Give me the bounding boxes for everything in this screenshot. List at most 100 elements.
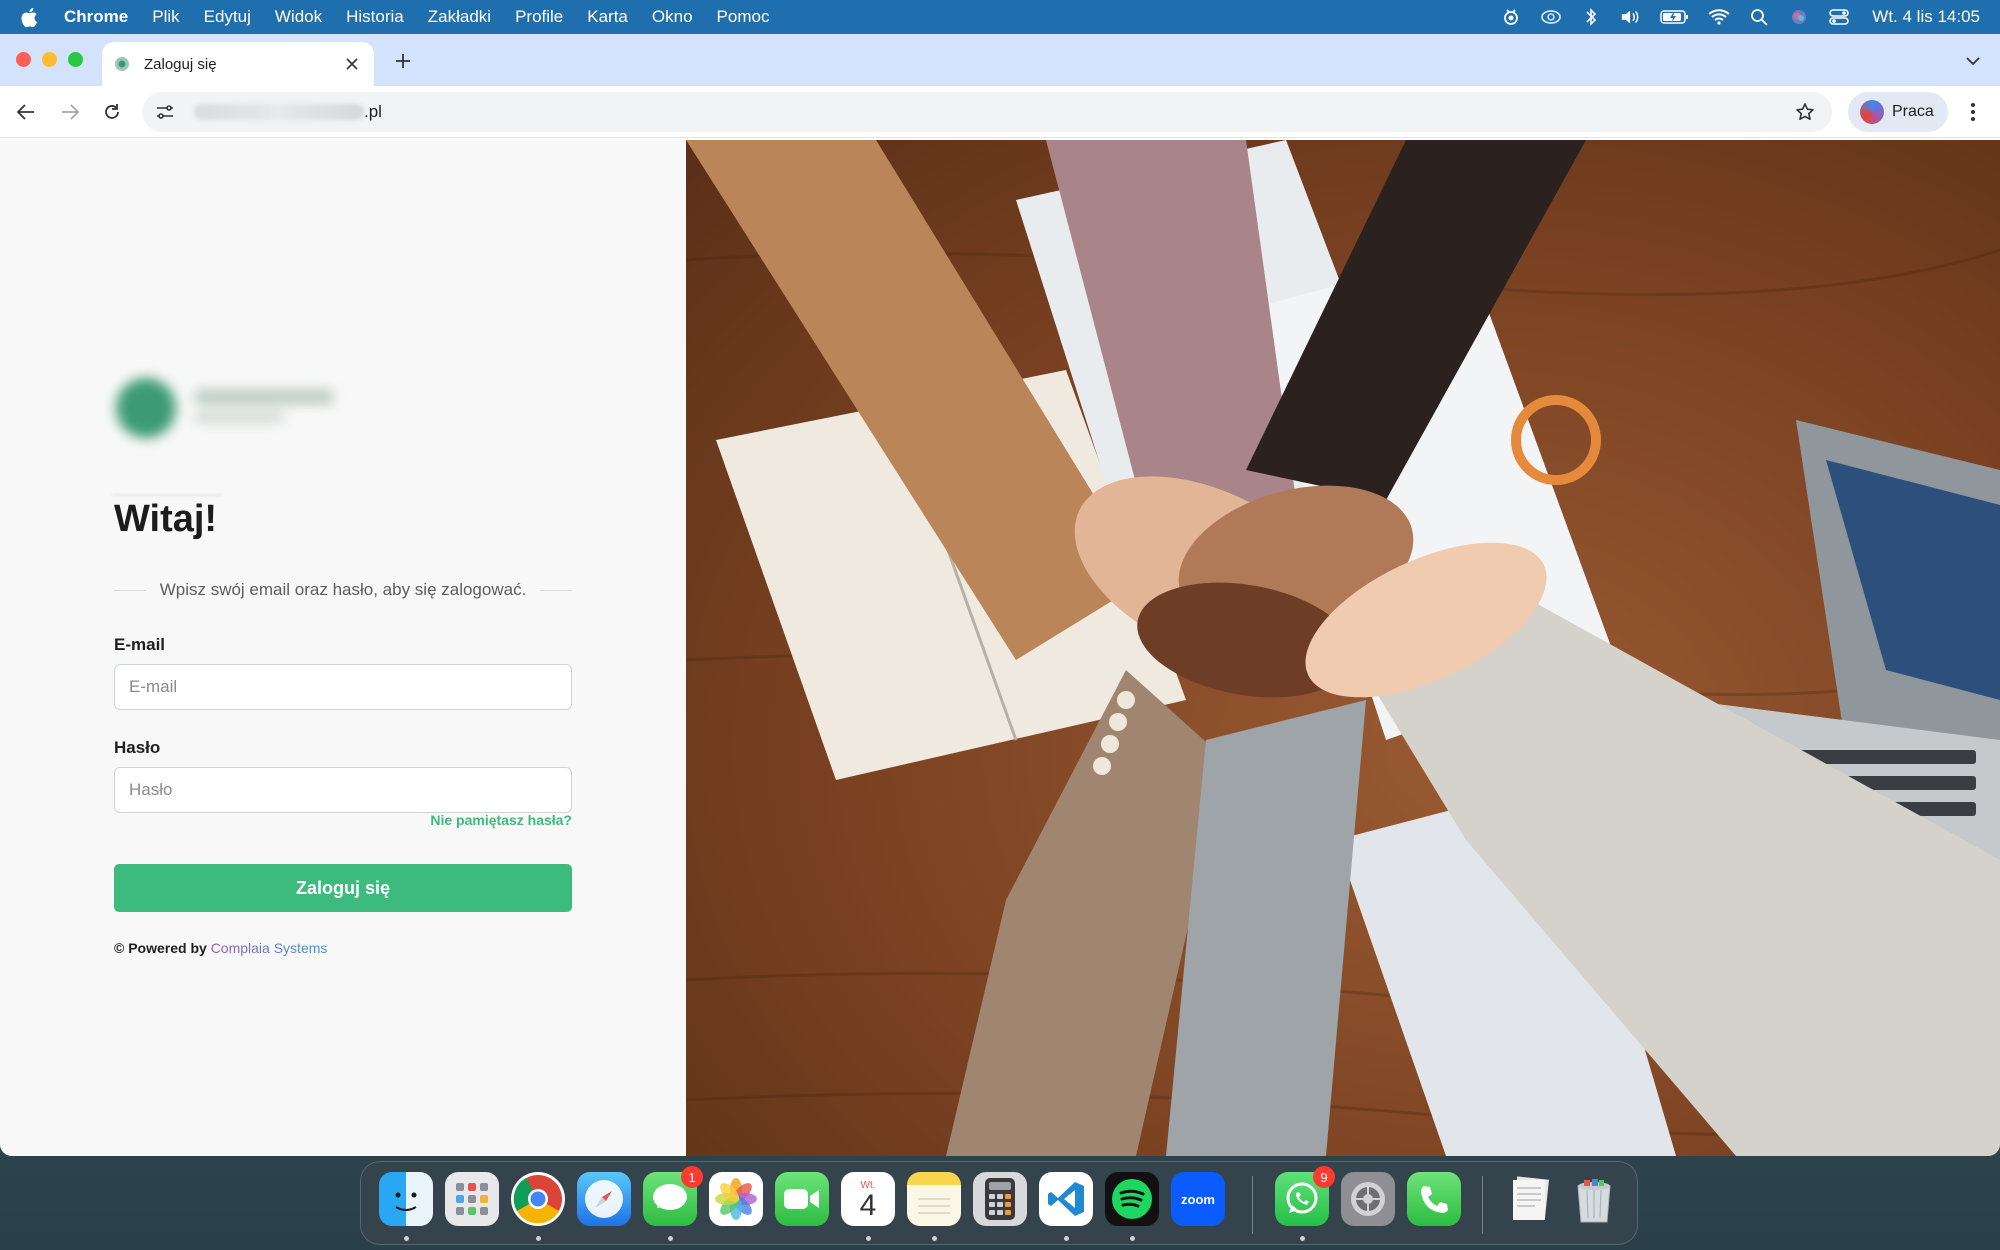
company-logo <box>112 370 342 450</box>
tab-active[interactable]: Zaloguj się <box>102 42 374 86</box>
vscode-running-indicator <box>1064 1236 1069 1241</box>
url-blurred-domain <box>194 104 364 120</box>
spotify-running-indicator <box>1130 1236 1135 1241</box>
settings-icon[interactable] <box>1341 1172 1395 1226</box>
menu-zakladki[interactable]: Zakładki <box>428 7 491 27</box>
divider-right <box>540 589 573 591</box>
favicon-icon <box>114 56 130 72</box>
safari-icon[interactable] <box>577 1172 631 1226</box>
menu-widok[interactable]: Widok <box>275 7 322 27</box>
close-window-button[interactable] <box>16 52 31 67</box>
status-area: Wt. 4 lis 14:05 <box>1482 0 1980 34</box>
menu-edytuj[interactable]: Edytuj <box>204 7 251 27</box>
browser-window: Zaloguj się .pl Praca Witaj! Wpisz swój … <box>0 34 2000 1156</box>
forgot-password-link[interactable]: Nie pamiętasz hasła? <box>114 812 572 828</box>
profile-name: Praca <box>1892 103 1934 120</box>
address-bar[interactable]: .pl <box>142 92 1832 132</box>
menu-karta[interactable]: Karta <box>587 7 628 27</box>
wifi-icon[interactable] <box>1708 7 1730 27</box>
chrome-icon[interactable] <box>511 1172 565 1226</box>
photos-icon[interactable] <box>709 1172 763 1226</box>
dock-separator-2 <box>1482 1176 1483 1234</box>
trash-icon[interactable] <box>1567 1172 1621 1226</box>
messages-icon[interactable]: 1 <box>643 1166 703 1226</box>
login-instructions: Wpisz swój email oraz hasło, aby się zal… <box>114 580 573 600</box>
whatsapp-running-indicator <box>1300 1236 1305 1241</box>
reload-button[interactable] <box>98 98 126 126</box>
email-label: E-mail <box>114 635 166 654</box>
teamwork-hands-photo <box>686 140 2000 1156</box>
powered-by: © Powered by Complaia Systems <box>114 940 327 956</box>
menu-profile[interactable]: Profile <box>515 7 563 27</box>
site-settings-icon[interactable] <box>154 101 176 123</box>
window-controls <box>16 52 94 67</box>
profile-button[interactable]: Praca <box>1848 92 1948 132</box>
launchpad-icon[interactable] <box>445 1172 499 1226</box>
chrome-running-indicator <box>536 1236 541 1241</box>
menu-pomoc[interactable]: Pomoc <box>717 7 770 27</box>
more-menu-icon[interactable] <box>1962 98 1984 126</box>
password-label: Hasło <box>114 738 161 757</box>
tab-search-button[interactable] <box>1958 46 1988 76</box>
zoom-icon-text: zoom <box>1181 1191 1215 1207</box>
menu-okno[interactable]: Okno <box>652 7 693 27</box>
calendar-icon[interactable]: Wt. 4 <box>841 1172 895 1226</box>
dock-separator <box>1252 1176 1253 1234</box>
page-content: Witaj! Wpisz swój email oraz hasło, aby … <box>0 140 2000 1156</box>
back-button[interactable] <box>12 98 40 126</box>
notes-icon[interactable] <box>907 1172 961 1226</box>
messages-badge: 1 <box>681 1166 703 1188</box>
whatsapp-icon[interactable]: 9 <box>1275 1166 1335 1226</box>
tab-title: Zaloguj się <box>144 55 217 73</box>
fullscreen-window-button[interactable] <box>68 52 83 67</box>
screen-record-icon[interactable] <box>1500 7 1522 27</box>
finder-running-indicator <box>404 1236 409 1241</box>
volume-icon[interactable] <box>1620 7 1642 27</box>
creative-cloud-icon[interactable] <box>1540 7 1562 27</box>
menu-plik[interactable]: Plik <box>152 7 179 27</box>
tab-strip: Zaloguj się <box>0 34 2000 86</box>
login-panel: Witaj! Wpisz swój email oraz hasło, aby … <box>0 140 686 1156</box>
email-field[interactable] <box>114 664 572 710</box>
spotify-icon[interactable] <box>1105 1172 1159 1226</box>
avatar <box>1860 100 1884 124</box>
powered-prefix: © Powered by <box>114 940 207 956</box>
zoom-icon[interactable]: zoom <box>1171 1172 1225 1226</box>
browser-toolbar: .pl Praca <box>0 86 2000 138</box>
calculator-icon[interactable] <box>973 1172 1027 1226</box>
calendar-day: 4 <box>859 1188 877 1222</box>
vscode-icon[interactable] <box>1039 1172 1093 1226</box>
siri-icon[interactable] <box>1788 7 1810 27</box>
whatsapp-badge: 9 <box>1313 1166 1335 1188</box>
url-suffix: .pl <box>364 102 382 121</box>
bluetooth-icon[interactable] <box>1580 7 1602 27</box>
instructions-text: Wpisz swój email oraz hasło, aby się zal… <box>159 580 527 599</box>
menu-app-name[interactable]: Chrome <box>64 7 128 27</box>
tab-close-icon[interactable] <box>342 54 362 74</box>
control-center-icon[interactable] <box>1828 7 1850 27</box>
phone-icon[interactable] <box>1407 1172 1461 1226</box>
menu-historia[interactable]: Historia <box>346 7 404 27</box>
messages-running-indicator <box>668 1236 673 1241</box>
menubar: Chrome Plik Edytuj Widok Historia Zakład… <box>0 0 2000 34</box>
documents-stack-icon[interactable] <box>1503 1172 1557 1226</box>
facetime-icon[interactable] <box>775 1172 829 1226</box>
calendar-running-indicator <box>866 1236 871 1241</box>
password-field[interactable] <box>114 767 572 813</box>
divider-left <box>114 589 146 591</box>
battery-icon[interactable] <box>1660 7 1690 27</box>
page-title: Witaj! <box>114 498 218 540</box>
search-icon[interactable] <box>1748 7 1770 27</box>
finder-icon[interactable] <box>379 1172 433 1226</box>
new-tab-button[interactable] <box>390 48 416 74</box>
login-button[interactable]: Zaloguj się <box>114 864 572 912</box>
minimize-window-button[interactable] <box>42 52 57 67</box>
powered-brand-link[interactable]: Complaia Systems <box>211 940 328 956</box>
bookmark-star-icon[interactable] <box>1794 101 1816 123</box>
hero-image <box>686 140 2000 1156</box>
apple-icon[interactable] <box>20 7 50 28</box>
menubar-clock[interactable]: Wt. 4 lis 14:05 <box>1872 7 1980 27</box>
dock: 1 Wt. 4 zoom 9 <box>360 1161 1638 1245</box>
forward-button[interactable] <box>56 98 84 126</box>
logo-divider <box>112 494 222 496</box>
